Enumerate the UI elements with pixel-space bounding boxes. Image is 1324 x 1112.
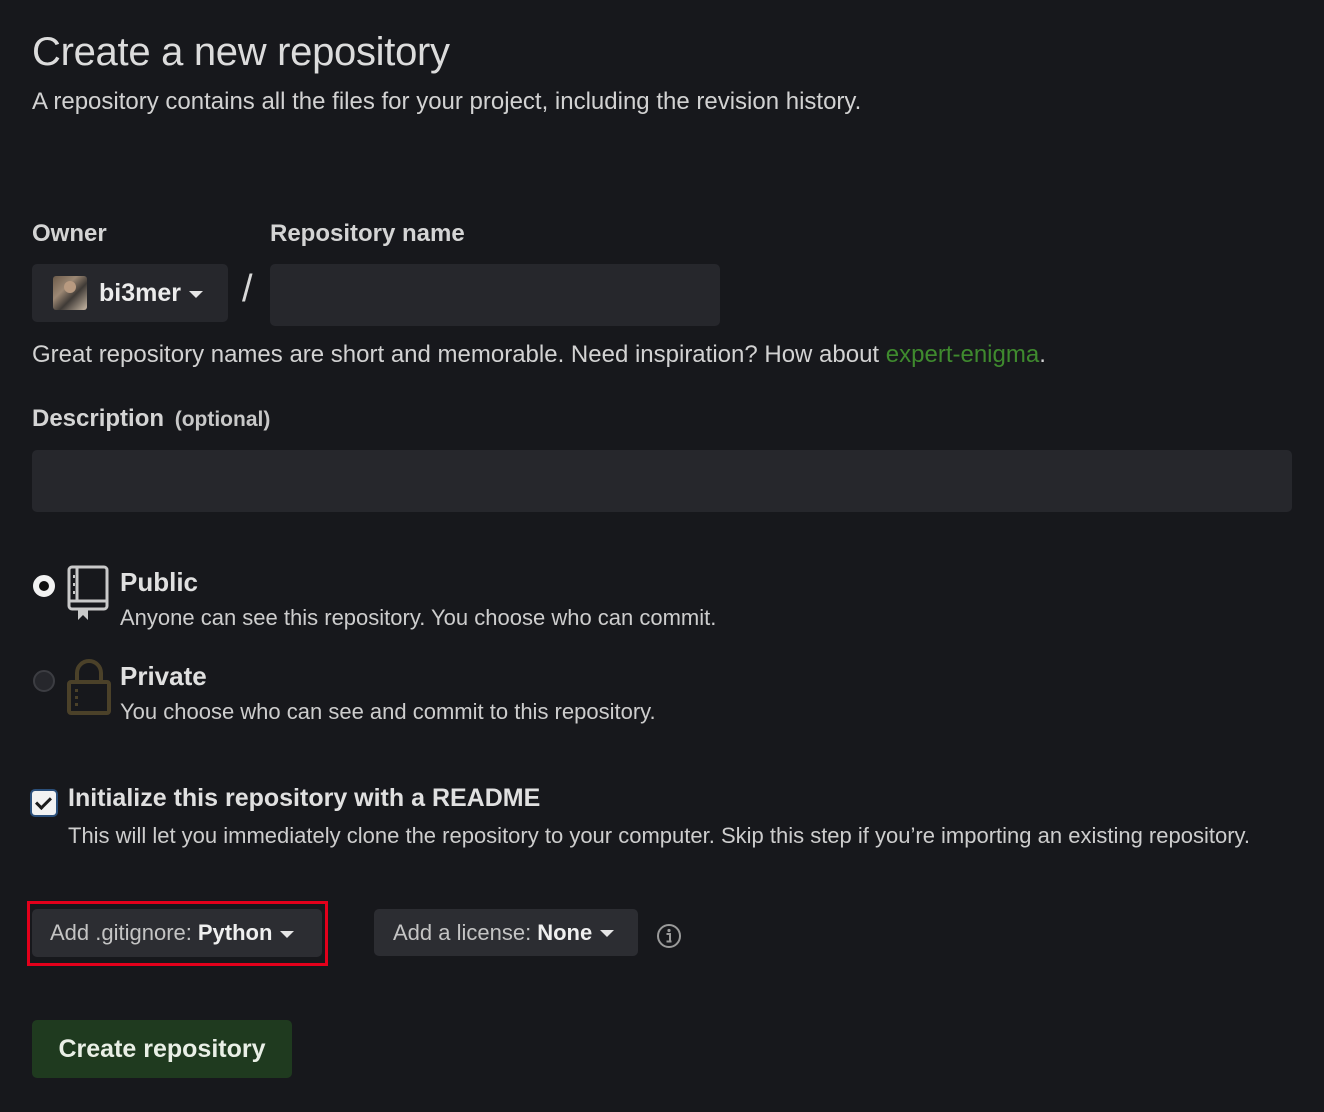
visibility-private-radio[interactable] <box>33 670 55 692</box>
description-label-text: Description <box>32 405 165 432</box>
lock-icon <box>67 659 111 715</box>
repository-name-input[interactable] <box>270 264 720 326</box>
chevron-down-icon <box>280 930 295 938</box>
owner-name: bi3mer <box>99 278 181 307</box>
name-hint: Great repository names are short and mem… <box>32 341 1046 369</box>
description-label: Description (optional) <box>32 405 270 433</box>
readme-title: Initialize this repository with a README <box>68 784 541 812</box>
page-title: Create a new repository <box>32 30 450 74</box>
license-value: None <box>537 919 593 945</box>
gitignore-value: Python <box>197 920 273 945</box>
readme-description: This will let you immediately clone the … <box>68 823 1250 848</box>
name-suggestion-link[interactable]: expert-enigma <box>886 341 1039 368</box>
name-hint-suffix: . <box>1039 341 1046 368</box>
owner-label: Owner <box>32 220 107 247</box>
repo-icon <box>67 565 109 620</box>
visibility-public-radio[interactable] <box>33 575 55 597</box>
create-repository-button[interactable]: Create repository <box>32 1020 292 1078</box>
readme-checkbox[interactable] <box>32 791 56 815</box>
info-icon[interactable] <box>656 923 682 949</box>
owner-dropdown[interactable]: bi3mer <box>32 264 228 322</box>
avatar <box>53 276 87 310</box>
owner-repo-separator: / <box>242 268 253 310</box>
gitignore-label: Add .gitignore: <box>50 920 192 945</box>
public-option-description: Anyone can see this repository. You choo… <box>120 605 717 630</box>
private-option-description: You choose who can see and commit to thi… <box>120 699 656 724</box>
page-subtitle: A repository contains all the files for … <box>32 88 862 115</box>
description-input[interactable] <box>32 450 1292 512</box>
public-option-title: Public <box>120 567 199 597</box>
chevron-down-icon <box>188 290 203 298</box>
license-label: Add a license: <box>393 919 532 945</box>
repository-name-label: Repository name <box>270 220 465 247</box>
private-option-title: Private <box>120 661 207 691</box>
license-dropdown[interactable]: Add a license: None <box>374 909 638 956</box>
chevron-down-icon <box>600 930 615 937</box>
gitignore-dropdown[interactable]: Add .gitignore: Python <box>32 909 322 957</box>
name-hint-text: Great repository names are short and mem… <box>32 341 886 368</box>
optional-tag: (optional) <box>174 408 271 431</box>
